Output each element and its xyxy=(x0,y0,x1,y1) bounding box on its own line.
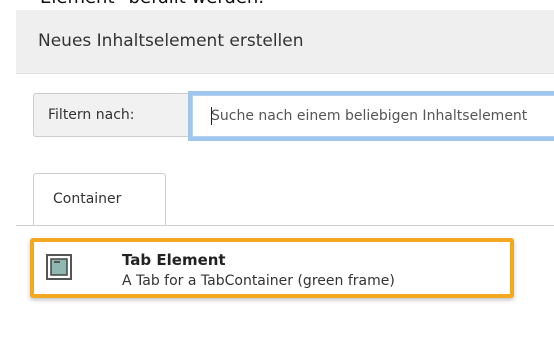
item-description: A Tab for a TabContainer (green frame) xyxy=(122,273,395,289)
filter-label: Filtern nach: xyxy=(33,93,190,137)
search-input[interactable] xyxy=(192,95,554,137)
content-element-icon xyxy=(46,254,72,280)
tab-container[interactable]: Container xyxy=(33,173,166,226)
filter-input-wrapper xyxy=(188,91,554,141)
item-title: Tab Element xyxy=(122,251,226,269)
tabs-divider xyxy=(16,225,554,226)
text-cursor xyxy=(211,107,212,125)
dialog-header: Neues Inhaltselement erstellen xyxy=(16,10,554,74)
dialog-title: Neues Inhaltselement erstellen xyxy=(38,31,304,51)
document-text-fragment: Element" befüllt werden. xyxy=(40,0,400,10)
content-element-item[interactable]: Tab Element A Tab for a TabContainer (gr… xyxy=(30,238,514,298)
filter-bar: Filtern nach: xyxy=(33,91,554,141)
